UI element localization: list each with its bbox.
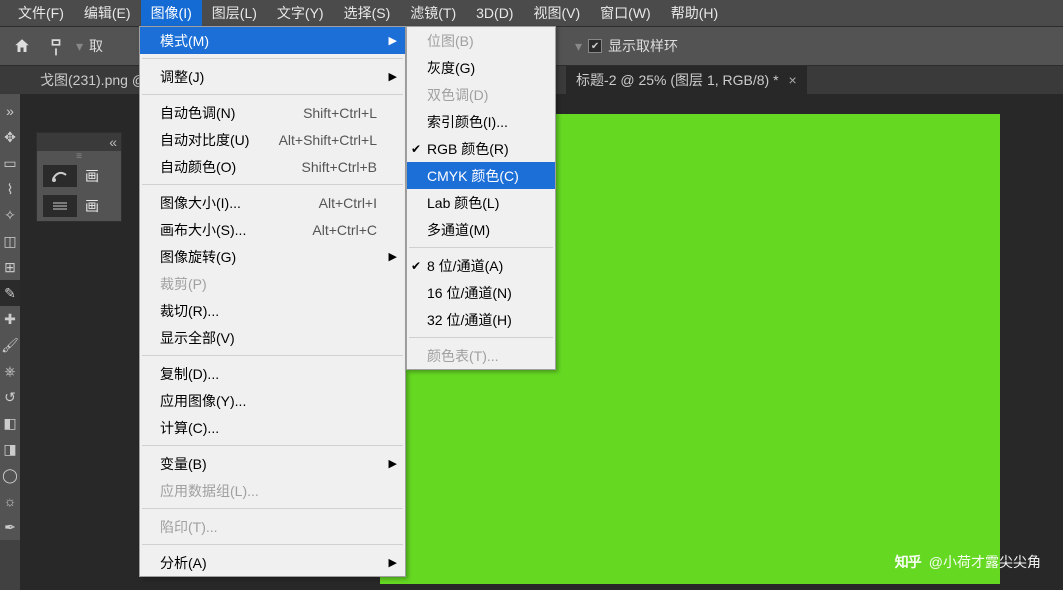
menu-item: 裁剪(P)	[140, 270, 405, 297]
tool-expand-icon[interactable]: »	[0, 98, 20, 124]
main-menubar: 文件(F) 编辑(E) 图像(I) 图层(L) 文字(Y) 选择(S) 滤镜(T…	[0, 0, 1063, 26]
tool-pen-icon[interactable]: ✒	[0, 514, 20, 540]
tool-crop-icon[interactable]: ◫	[0, 228, 20, 254]
tool-lasso-icon[interactable]: ⌇	[0, 176, 20, 202]
tool-dodge-icon[interactable]: ☼	[0, 488, 20, 514]
menu-item[interactable]: 图像旋转(G)▶	[140, 243, 405, 270]
menu-item[interactable]: 应用图像(Y)...	[140, 387, 405, 414]
menu-item[interactable]: 复制(D)...	[140, 360, 405, 387]
collapse-icon[interactable]: «	[109, 134, 117, 150]
menu-layer[interactable]: 图层(L)	[202, 0, 267, 26]
close-icon[interactable]: ×	[789, 72, 797, 88]
menu-item[interactable]: 分析(A)▶	[140, 549, 405, 576]
menu-item[interactable]: 自动对比度(U)Alt+Shift+Ctrl+L	[140, 126, 405, 153]
tool-history-icon[interactable]: ↺	[0, 384, 20, 410]
tool-wand-icon[interactable]: ✧	[0, 202, 20, 228]
panel-row-label: 画	[85, 166, 99, 186]
menu-item: 位图(B)	[407, 27, 555, 54]
menu-item[interactable]: 32 位/通道(H)	[407, 306, 555, 333]
tool-heal-icon[interactable]: ✚	[0, 306, 20, 332]
menu-item[interactable]: 自动色调(N)Shift+Ctrl+L	[140, 99, 405, 126]
menu-item[interactable]: 多通道(M)	[407, 216, 555, 243]
tool-strip: » ✥ ▭ ⌇ ✧ ◫ ⊞ ✎ ✚ 🖌 ⎈ ↺ ◧ ◨ ◯ ☼ ✒	[0, 94, 20, 540]
menu-image[interactable]: 图像(I)	[141, 0, 202, 26]
menu-item[interactable]: ✔8 位/通道(A)	[407, 252, 555, 279]
watermark-text: @小荷才露尖尖角	[929, 552, 1041, 572]
image-menu-dropdown: 模式(M)▶ 调整(J)▶ 自动色调(N)Shift+Ctrl+L自动对比度(U)A…	[139, 26, 406, 577]
menu-item[interactable]: 调整(J)▶	[140, 63, 405, 90]
menu-item: 应用数据组(L)...	[140, 477, 405, 504]
menu-item: 陷印(T)...	[140, 513, 405, 540]
tab-title: 标题-2 @ 25% (图层 1, RGB/8) *	[576, 70, 778, 90]
document-tab-1[interactable]: 戈图(231).png @	[30, 66, 156, 94]
tab-title: 戈图(231).png @	[40, 70, 146, 90]
menu-item[interactable]: Lab 颜色(L)	[407, 189, 555, 216]
tool-frame-icon[interactable]: ⊞	[0, 254, 20, 280]
mode-submenu: 位图(B)灰度(G)双色调(D)索引颜色(I)...✔RGB 颜色(R)CMYK…	[406, 26, 556, 370]
tool-blur-icon[interactable]: ◯	[0, 462, 20, 488]
menu-item[interactable]: 显示全部(V)	[140, 324, 405, 351]
tool-brush-icon[interactable]: 🖌	[0, 332, 20, 358]
menu-filter[interactable]: 滤镜(T)	[400, 0, 466, 26]
eyedropper-tool-icon[interactable]	[36, 26, 76, 66]
menu-type[interactable]: 文字(Y)	[267, 0, 334, 26]
menu-window[interactable]: 窗口(W)	[590, 0, 661, 26]
tool-marquee-icon[interactable]: ▭	[0, 150, 20, 176]
brush-lines-icon	[43, 195, 77, 217]
tool-eyedropper-icon[interactable]: ✎	[0, 280, 20, 306]
brush-preset-panel[interactable]: « 画 画	[36, 132, 122, 222]
document-tab-2[interactable]: 标题-2 @ 25% (图层 1, RGB/8) * ×	[566, 66, 807, 94]
menu-item[interactable]: 索引颜色(I)...	[407, 108, 555, 135]
menu-item[interactable]: 计算(C)...	[140, 414, 405, 441]
menu-item[interactable]: 裁切(R)...	[140, 297, 405, 324]
watermark: 知乎 @小荷才露尖尖角	[895, 552, 1041, 572]
menu-help[interactable]: 帮助(H)	[661, 0, 728, 26]
sample-label: 取	[89, 36, 103, 56]
panel-row[interactable]: 画	[37, 161, 121, 191]
panel-grip[interactable]	[37, 151, 121, 161]
menu-item[interactable]: 图像大小(I)...Alt+Ctrl+I	[140, 189, 405, 216]
tool-gradient-icon[interactable]: ◨	[0, 436, 20, 462]
menu-view[interactable]: 视图(V)	[523, 0, 590, 26]
tool-move-icon[interactable]: ✥	[0, 124, 20, 150]
menu-item[interactable]: 自动颜色(O)Shift+Ctrl+B	[140, 153, 405, 180]
show-ring-label: 显示取样环	[608, 36, 678, 56]
tool-eraser-icon[interactable]: ◧	[0, 410, 20, 436]
panel-row[interactable]: 画	[37, 191, 121, 221]
menu-item[interactable]: CMYK 颜色(C)	[407, 162, 555, 189]
tool-stamp-icon[interactable]: ⎈	[0, 358, 20, 384]
menu-item[interactable]: 16 位/通道(N)	[407, 279, 555, 306]
menu-item: 双色调(D)	[407, 81, 555, 108]
menu-3d[interactable]: 3D(D)	[466, 2, 523, 24]
menu-item[interactable]: 变量(B)▶	[140, 450, 405, 477]
menu-item: 颜色表(T)...	[407, 342, 555, 369]
menu-edit[interactable]: 编辑(E)	[74, 0, 141, 26]
menu-select[interactable]: 选择(S)	[334, 0, 401, 26]
menu-item[interactable]: ✔RGB 颜色(R)	[407, 135, 555, 162]
menu-item[interactable]: 模式(M)▶	[140, 27, 405, 54]
brush-swatch-icon	[43, 165, 77, 187]
menu-file[interactable]: 文件(F)	[8, 0, 74, 26]
panel-header: «	[37, 133, 121, 151]
menu-item[interactable]: 画布大小(S)...Alt+Ctrl+C	[140, 216, 405, 243]
show-ring-checkbox[interactable]: ✔	[588, 39, 602, 53]
home-icon[interactable]	[8, 32, 36, 60]
menu-item[interactable]: 灰度(G)	[407, 54, 555, 81]
zhihu-logo: 知乎	[895, 552, 921, 572]
panel-row-label: 画	[85, 196, 99, 216]
